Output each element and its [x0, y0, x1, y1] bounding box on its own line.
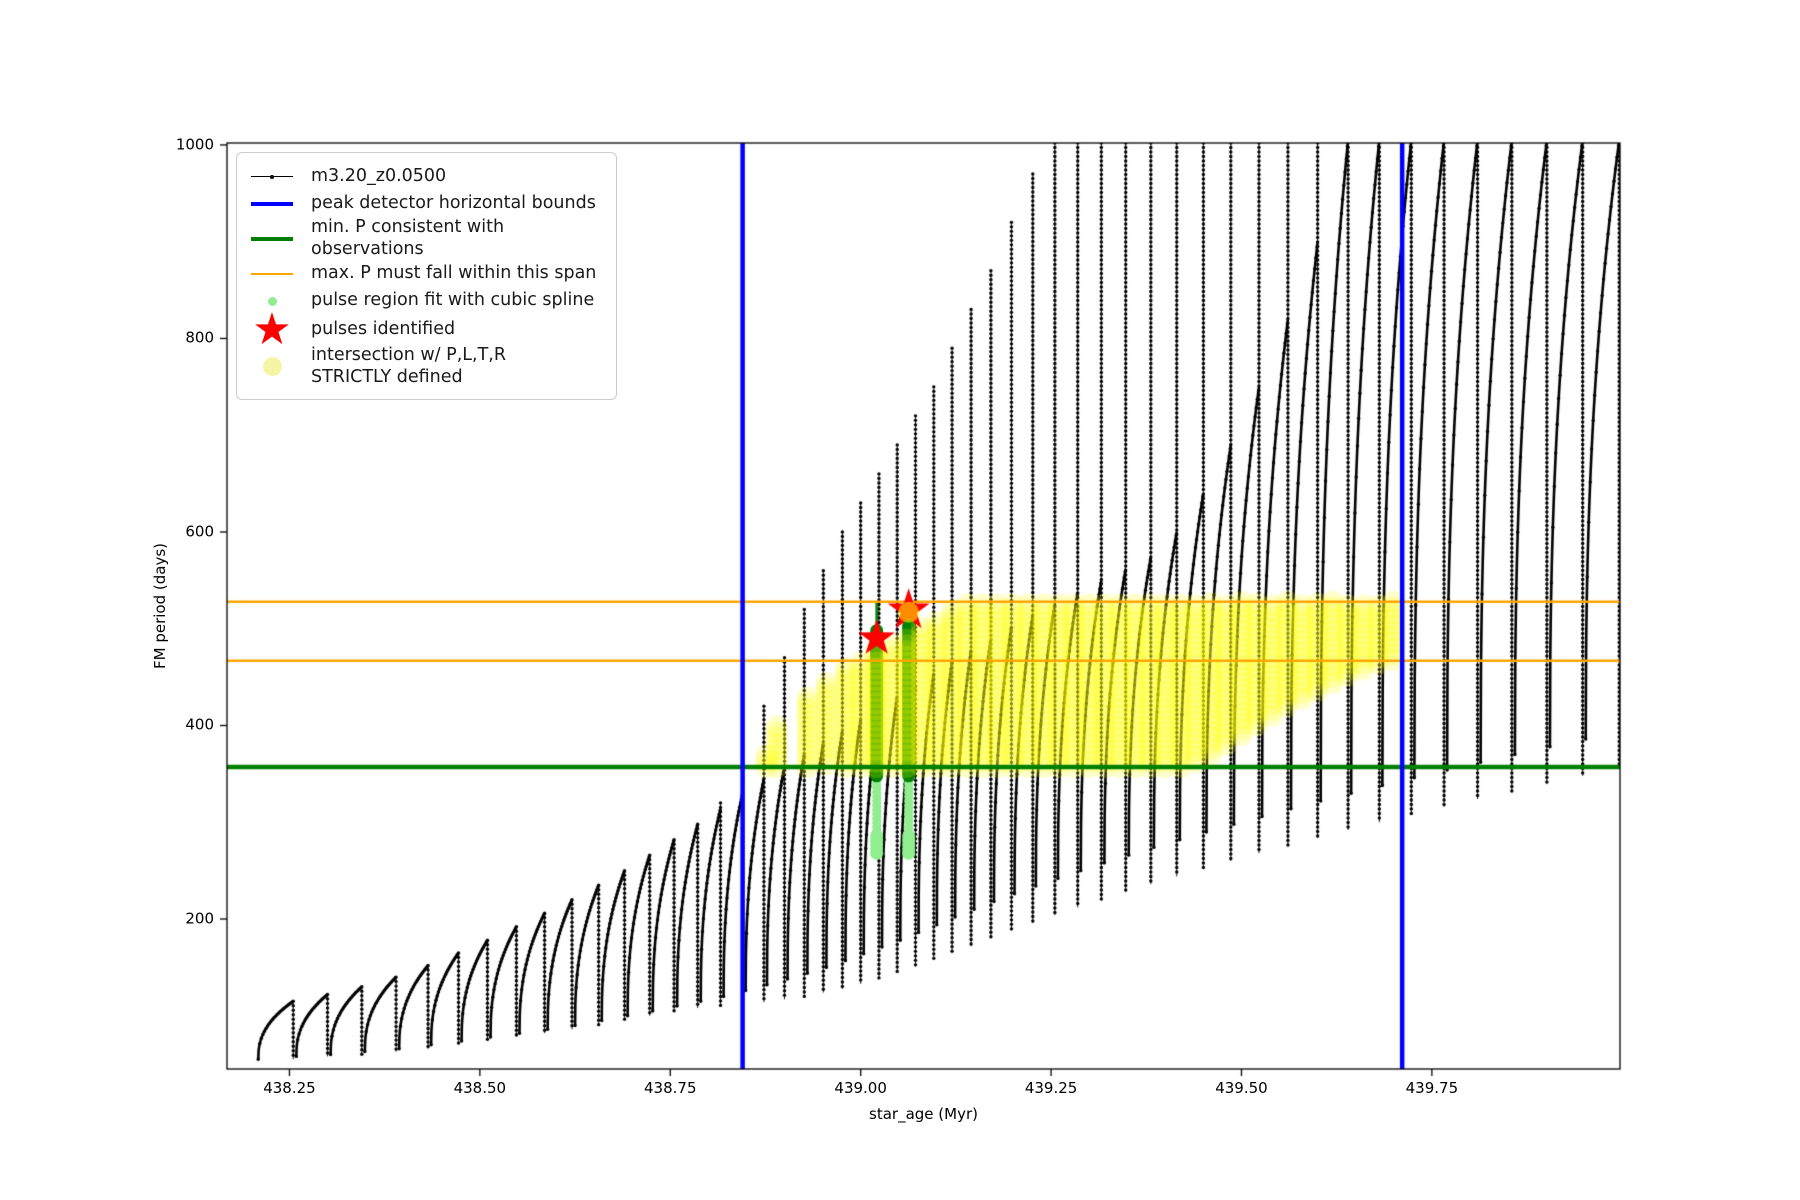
x-tick-label: 439.00 [834, 1079, 887, 1097]
x-tick-label: 439.25 [1024, 1079, 1078, 1097]
x-tick-label: 438.25 [263, 1079, 316, 1097]
legend-item-label: pulse region fit with cubic spline [311, 290, 595, 311]
red-star-icon: ★ [252, 303, 292, 355]
legend-item-label: m3.20_z0.0500 [311, 165, 447, 186]
figure: 438.25 438.50 438.75 439.00 439.25 439.50 439.… [0, 0, 1800, 1200]
x-tick-label: 438.50 [453, 1079, 507, 1097]
legend-item: intersection w/ P,L,T,R STRICTLY defined [249, 345, 602, 389]
large-paleyellow-dot-icon [249, 357, 295, 377]
legend-item: pulse region fit with cubic spline [249, 288, 602, 315]
y-tick-label: 1000 [175, 135, 214, 154]
y-tick-label: 600 [185, 522, 214, 541]
thick-blue-line-icon [249, 201, 295, 206]
legend-item: max. P must fall within this span [249, 261, 602, 288]
legend-item: peak detector horizontal bounds [249, 190, 602, 217]
legend-item-label: pulses identified [311, 318, 456, 339]
black-line-dot-marker-icon [249, 175, 295, 179]
legend-item-label: max. P must fall within this span [311, 263, 597, 284]
y-axis-title: FM period (days) [151, 543, 169, 669]
y-tick-label: 400 [185, 715, 214, 734]
x-axis-title: star_age (Myr) [869, 1105, 978, 1123]
legend-item: ★ pulses identified [249, 303, 602, 355]
x-tick-label: 439.50 [1215, 1079, 1268, 1097]
y-tick-label: 800 [185, 328, 214, 347]
legend-item: m3.20_z0.0500 [249, 163, 602, 190]
thin-orange-line-icon [249, 273, 295, 276]
legend-box: m3.20_z0.0500peak detector horizontal bo… [236, 152, 617, 400]
legend-item-label: min. P consistent with observations [311, 217, 505, 259]
x-tick-label: 438.75 [644, 1079, 697, 1097]
y-tick-label: 200 [185, 909, 214, 928]
legend-item-label: intersection w/ P,L,T,R STRICTLY defined [311, 344, 506, 387]
thick-green-line-icon [249, 236, 295, 241]
legend-item: min. P consistent with observations [249, 217, 602, 261]
legend-item-label: peak detector horizontal bounds [311, 192, 596, 213]
x-tick-label: 439.75 [1405, 1079, 1459, 1097]
